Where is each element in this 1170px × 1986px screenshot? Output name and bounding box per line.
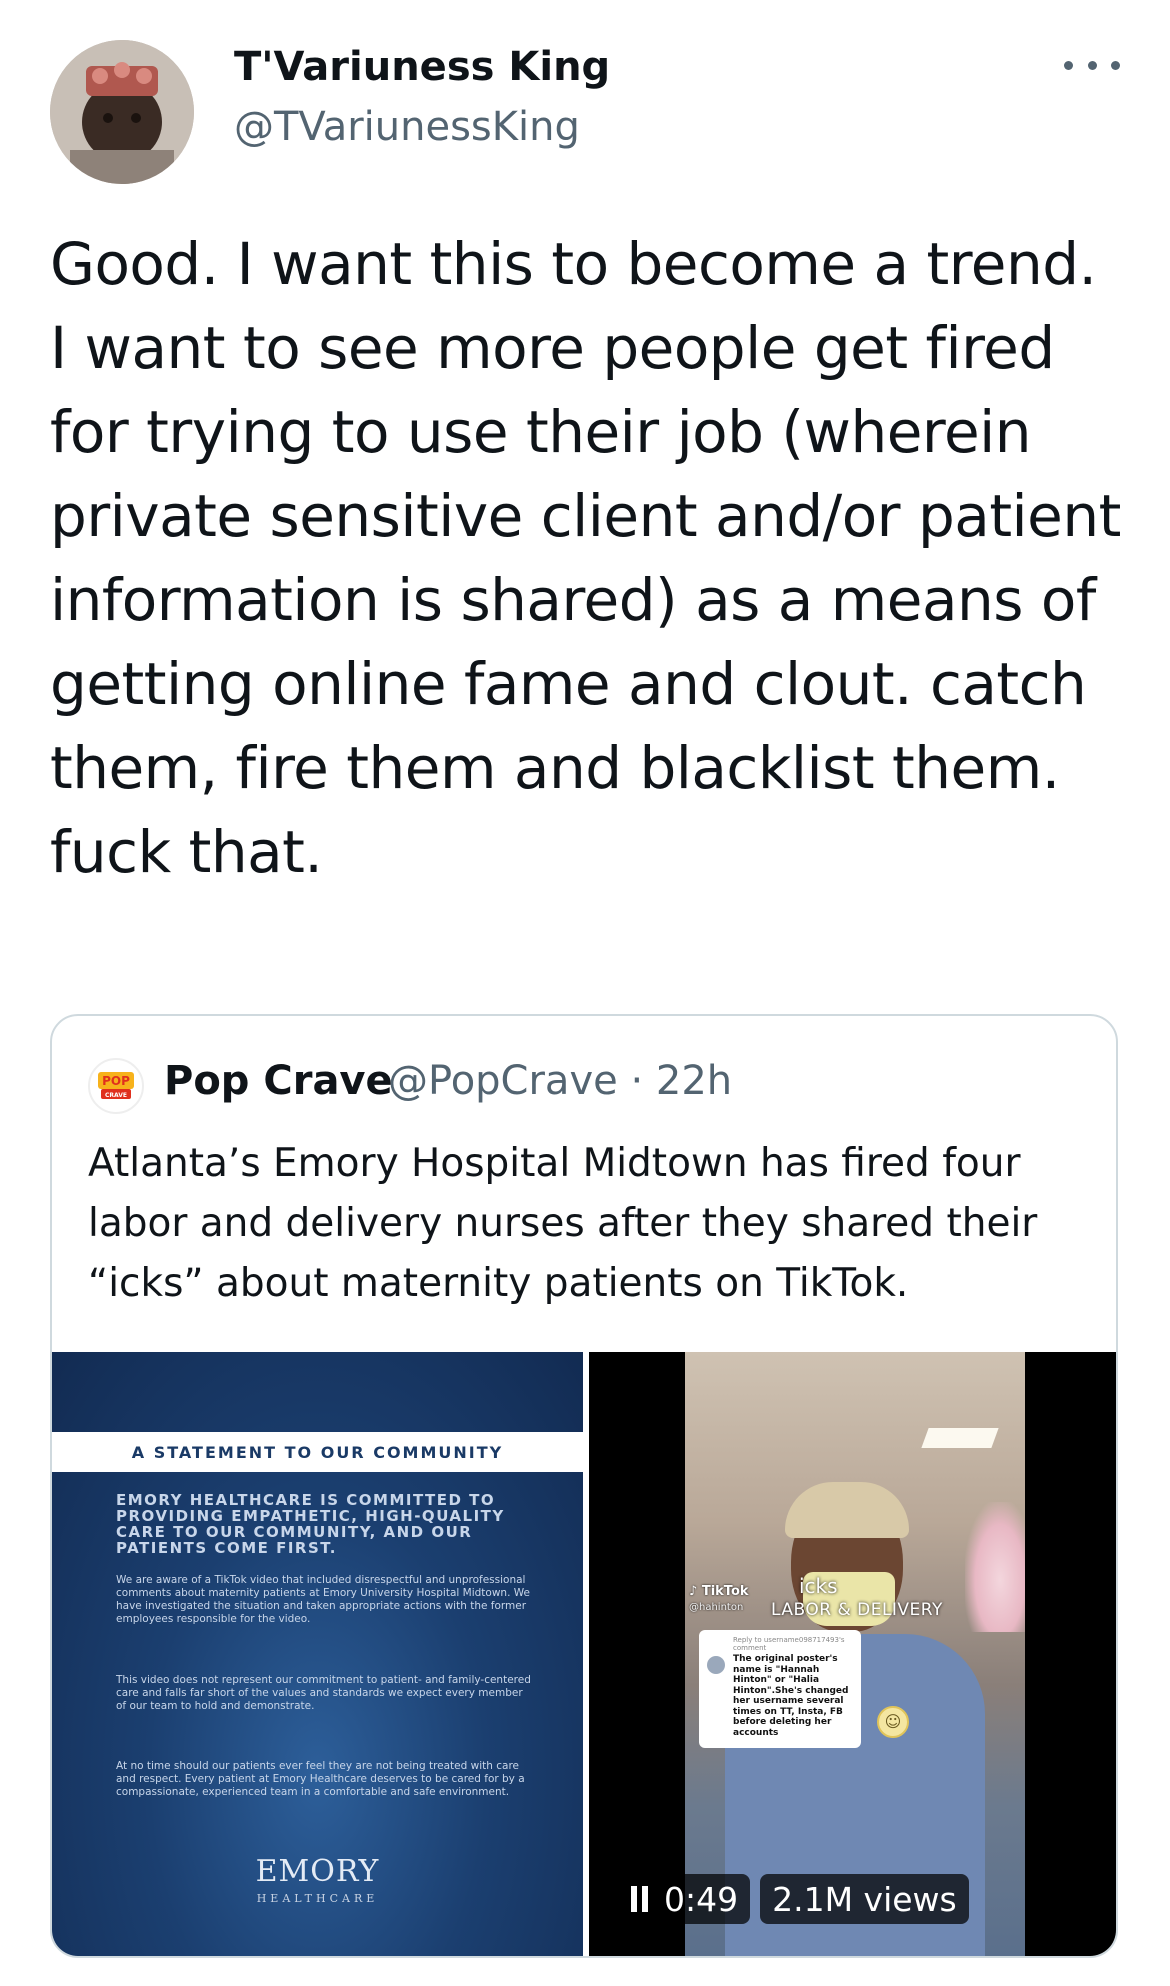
quoted-tweet-card[interactable]: POP CRAVE Pop Crave @PopCrave · 22h Atla…: [50, 1014, 1118, 1958]
video-views: 2.1M views: [772, 1879, 957, 1919]
pop-crave-logo-text: POP: [102, 1074, 130, 1088]
pause-icon[interactable]: [631, 1886, 648, 1912]
author-display-name[interactable]: T'Variuness King: [234, 44, 610, 90]
reply-meta: Reply to username098717493's comment: [733, 1636, 845, 1652]
quoted-author-handle-time[interactable]: @PopCrave · 22h: [388, 1058, 732, 1104]
video-controls: 0:49 2.1M views: [619, 1874, 969, 1924]
tweet-header: T'Variuness King @TVariunessKing: [50, 40, 1120, 184]
pop-crave-logo-icon: POP CRAVE: [91, 1061, 141, 1111]
emory-logo-subtext: HEALTHCARE: [256, 1892, 379, 1905]
statement-image[interactable]: A STATEMENT TO OUR COMMUNITY EMORY HEALT…: [52, 1352, 583, 1956]
author-handle[interactable]: @TVariunessKing: [234, 104, 580, 150]
statement-heading: A STATEMENT TO OUR COMMUNITY: [52, 1432, 583, 1472]
smiley-sticker-icon: ☺: [877, 1706, 909, 1738]
avatar-image: [50, 40, 194, 184]
tweet-text: Good. I want this to become a trend. I w…: [50, 230, 1121, 886]
reply-comment-card: Reply to username098717493's comment The…: [699, 1630, 861, 1748]
ceiling-light: [921, 1428, 999, 1448]
pop-crave-logo-subtext: CRAVE: [105, 1092, 127, 1099]
statement-paragraph-2: This video does not represent our commit…: [116, 1674, 531, 1712]
media-grid: A STATEMENT TO OUR COMMUNITY EMORY HEALT…: [52, 1352, 1116, 1956]
quoted-tweet-text: Atlanta’s Emory Hospital Midtown has fir…: [88, 1141, 1038, 1306]
more-dot: [1087, 60, 1097, 70]
views-pill: 2.1M views: [760, 1874, 969, 1924]
profile-avatar[interactable]: [50, 40, 194, 184]
person-cap: [785, 1482, 909, 1538]
play-time-pill[interactable]: 0:49: [619, 1874, 751, 1924]
video-player[interactable]: ♪ TikTok @hahinton icks LABOR & DELIVERY…: [589, 1352, 1116, 1956]
more-options-icon[interactable]: [1064, 50, 1120, 80]
caption-icks: icks: [799, 1574, 838, 1598]
statement-paragraph-1: We are aware of a TikTok video that incl…: [116, 1574, 530, 1625]
tiktok-logo: ♪ TikTok: [689, 1584, 749, 1599]
video-frame: ♪ TikTok @hahinton icks LABOR & DELIVERY…: [685, 1352, 1025, 1956]
reply-avatar: [707, 1656, 725, 1674]
tiktok-username: @hahinton: [689, 1602, 744, 1613]
reply-text: The original poster's name is "Hannah Hi…: [733, 1654, 849, 1738]
video-time: 0:49: [664, 1879, 739, 1919]
christmas-tree: [965, 1502, 1025, 1632]
quoted-author-name[interactable]: Pop Crave: [164, 1058, 393, 1104]
more-dot: [1111, 60, 1120, 70]
statement-headline: EMORY HEALTHCARE IS COMMITTED TO PROVIDI…: [116, 1491, 505, 1557]
tiktok-label: TikTok: [701, 1584, 749, 1599]
emory-logo: EMORY: [255, 1854, 380, 1889]
quoted-author-avatar[interactable]: POP CRAVE: [88, 1058, 144, 1114]
statement-paragraph-3: At no time should our patients ever feel…: [116, 1760, 525, 1798]
caption-department: LABOR & DELIVERY: [771, 1600, 943, 1620]
more-dot: [1064, 60, 1073, 70]
